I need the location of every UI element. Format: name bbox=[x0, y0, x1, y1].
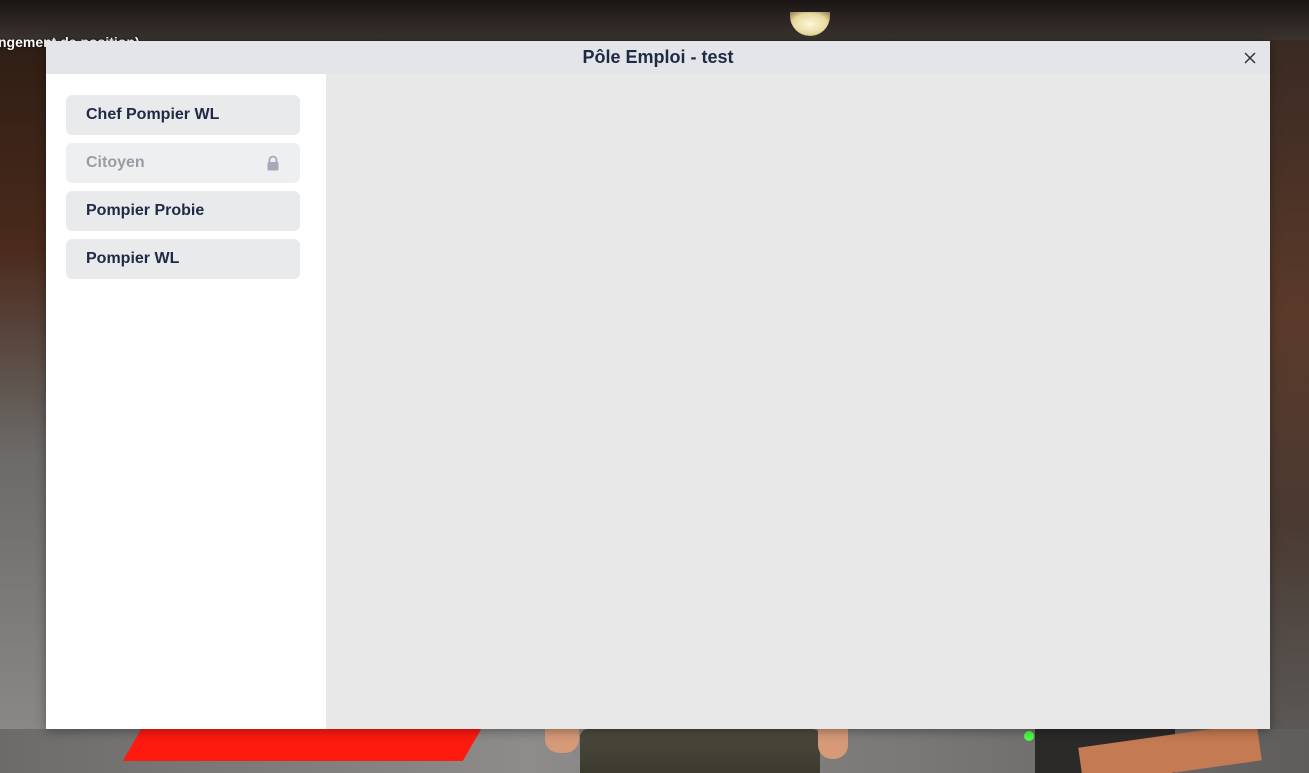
job-center-window: Pôle Emploi - test Chef Pompier WL Citoy… bbox=[46, 41, 1270, 729]
npc-left-hand bbox=[545, 729, 579, 753]
job-item-pompier-probie[interactable]: Pompier Probie bbox=[66, 191, 300, 231]
left-wall bbox=[0, 40, 46, 730]
red-floor-marking bbox=[122, 729, 482, 761]
lock-icon bbox=[267, 155, 279, 171]
window-titlebar: Pôle Emploi - test bbox=[46, 41, 1270, 74]
close-icon bbox=[1244, 52, 1256, 64]
job-item-chef-pompier-wl[interactable]: Chef Pompier WL bbox=[66, 95, 300, 135]
job-item-label: Pompier Probie bbox=[86, 202, 205, 219]
job-details-panel bbox=[326, 74, 1270, 729]
npc-character bbox=[580, 729, 820, 773]
right-wall bbox=[1270, 40, 1309, 730]
job-item-pompier-wl[interactable]: Pompier WL bbox=[66, 239, 300, 279]
job-list-sidebar: Chef Pompier WL Citoyen Pompier Probie P… bbox=[46, 74, 326, 729]
window-title: Pôle Emploi - test bbox=[582, 47, 734, 67]
ceiling bbox=[0, 0, 1309, 40]
close-button[interactable] bbox=[1240, 48, 1260, 68]
job-item-label: Citoyen bbox=[86, 154, 145, 171]
job-item-label: Pompier WL bbox=[86, 250, 180, 267]
npc-right-hand bbox=[818, 729, 848, 759]
job-item-label: Chef Pompier WL bbox=[86, 106, 220, 123]
job-item-citoyen: Citoyen bbox=[66, 143, 300, 183]
weapon-indicator-light bbox=[1024, 731, 1034, 741]
